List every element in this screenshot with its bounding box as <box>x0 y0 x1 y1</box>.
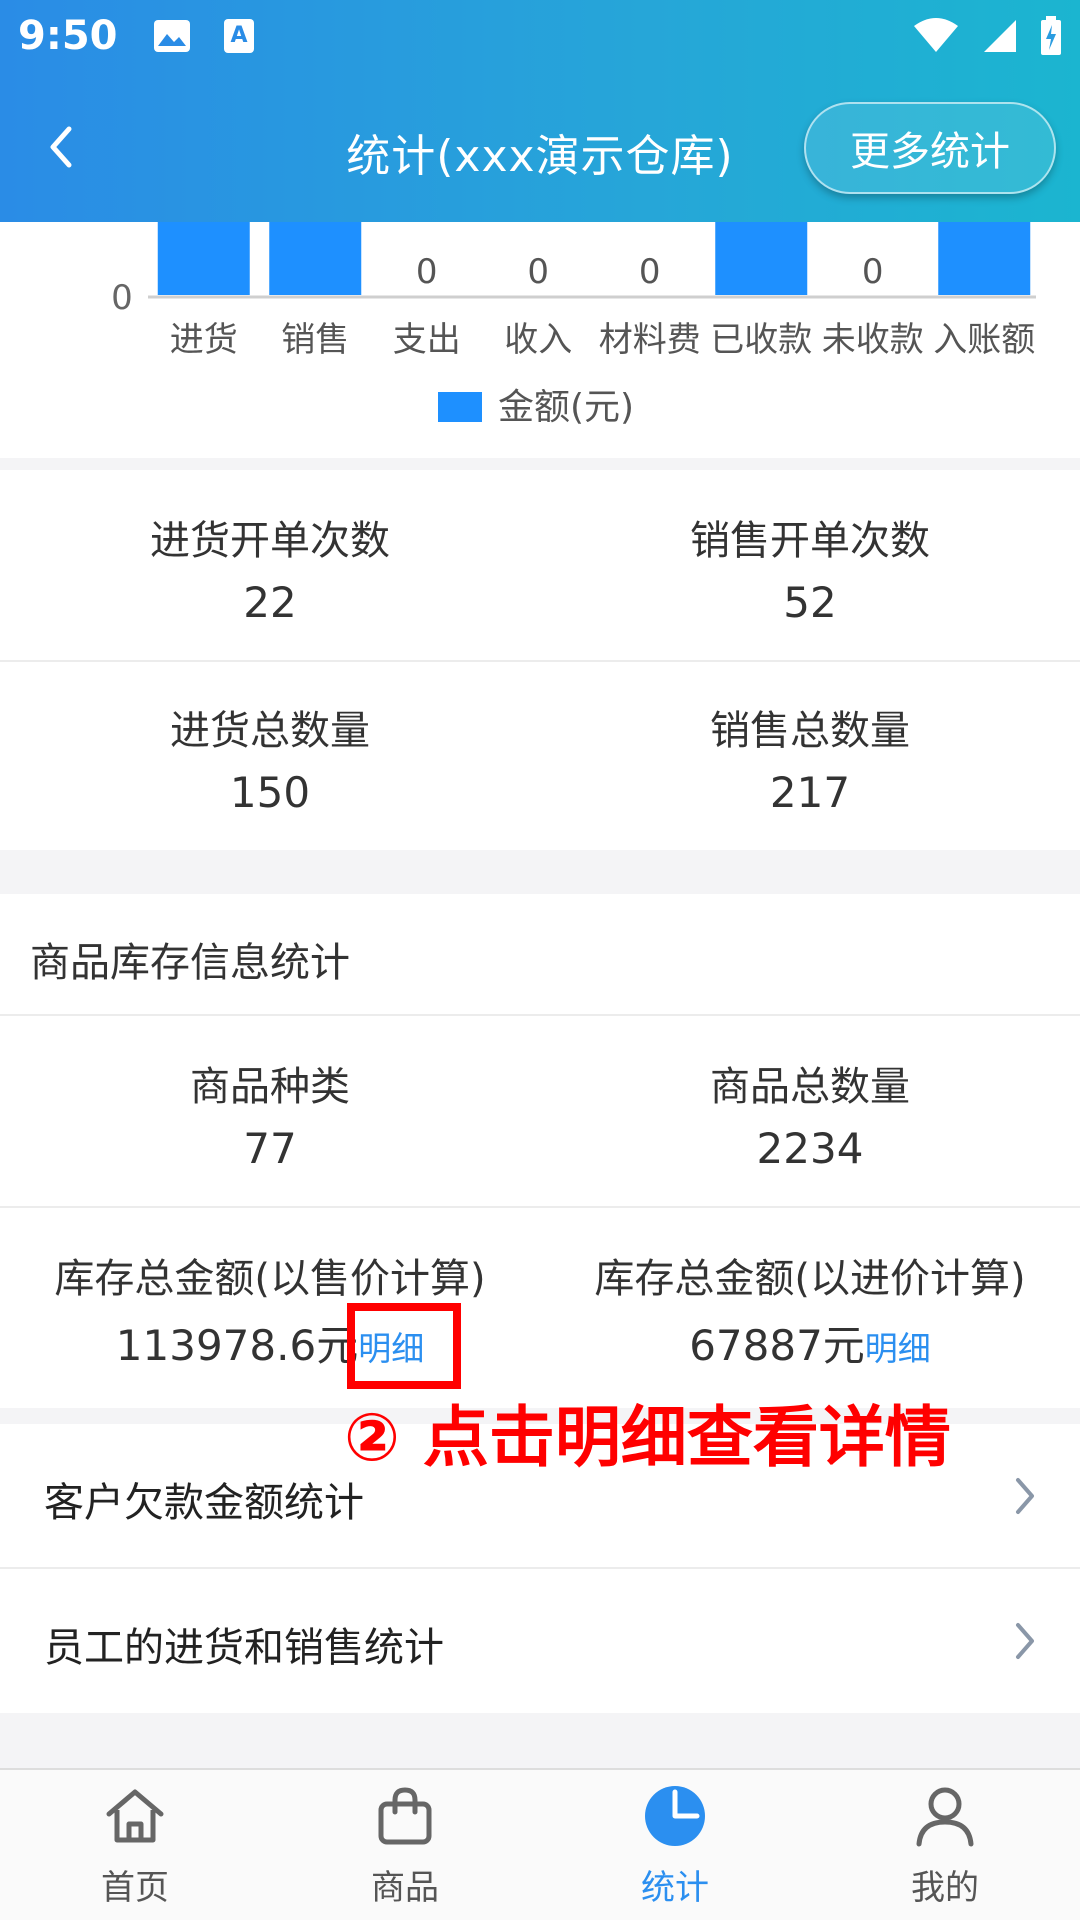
x-tick-label: 销售 <box>281 320 349 360</box>
kinds-cell: 商品种类 77 <box>0 1016 540 1206</box>
amount-cost-detail-link[interactable]: 明细 <box>865 1329 931 1368</box>
pie-chart-icon <box>645 1786 705 1846</box>
purchase-qty-cell: 进货总数量 150 <box>0 660 540 850</box>
stat-row-counts: 进货开单次数 22 销售开单次数 52 <box>0 470 1080 660</box>
y-tick-label: 0 <box>111 278 133 318</box>
inventory-stats-card: 商品库存信息统计 商品种类 77 商品总数量 2234 库存总金额(以售价计算)… <box>0 894 1080 1408</box>
bar <box>157 222 250 295</box>
annotation-highlight-box <box>347 1303 461 1389</box>
nav-home[interactable]: 首页 <box>0 1770 270 1920</box>
cell-signal-icon <box>984 20 1016 52</box>
svg-text:A: A <box>230 23 247 48</box>
x-tick-label: 未收款 <box>822 320 924 360</box>
bar <box>715 222 808 295</box>
amount-cost-value: 67887元 <box>689 1321 865 1370</box>
home-icon <box>106 1789 164 1843</box>
sales-count-cell: 销售开单次数 52 <box>540 470 1080 660</box>
nav-products[interactable]: 商品 <box>270 1770 540 1920</box>
nav-mine[interactable]: 我的 <box>810 1770 1080 1920</box>
total-qty-label: 商品总数量 <box>710 1064 910 1110</box>
bar <box>269 222 362 295</box>
app-notification-icon: A <box>223 19 254 53</box>
toolbar: 统计(xxx演示仓库) 更多统计 <box>0 72 1080 222</box>
amount-cost-cell: 库存总金额(以进价计算) 67887元明细 <box>540 1208 1080 1398</box>
kinds-label: 商品种类 <box>190 1064 350 1110</box>
nav-mine-label: 我的 <box>911 1868 979 1908</box>
sales-count-label: 销售开单次数 <box>690 518 930 564</box>
amount-cost-row: 67887元明细 <box>540 1312 1080 1373</box>
x-tick-label: 进货 <box>170 320 238 360</box>
nav-statistics[interactable]: 统计 <box>540 1770 810 1920</box>
x-tick-label: 已收款 <box>710 320 812 360</box>
nav-products-label: 商品 <box>371 1868 439 1908</box>
legend-swatch <box>438 392 482 422</box>
kinds-value: 77 <box>243 1124 297 1173</box>
staff-purchase-sales-stats-label: 员工的进货和销售统计 <box>44 1625 444 1671</box>
status-bar: 9:50 A <box>0 0 1080 72</box>
sales-qty-value: 217 <box>769 768 851 817</box>
sales-qty-cell: 销售总数量 217 <box>540 660 1080 850</box>
x-tick-label: 材料费 <box>599 320 701 360</box>
amount-cost-label: 库存总金额(以进价计算) <box>594 1256 1026 1302</box>
purchase-count-value: 22 <box>243 578 297 627</box>
chart-svg: 0 进货 销售 0 支出 0 收入 0 材料费 已收款 0 未收款 入账额金额(元) <box>111 222 1036 428</box>
purchase-qty-label: 进货总数量 <box>170 708 370 754</box>
chevron-right-icon <box>1016 1623 1034 1659</box>
x-tick-label: 收入 <box>504 320 572 360</box>
sales-qty-label: 销售总数量 <box>710 708 910 754</box>
bottom-navigation: 首页 商品 统计 我的 <box>0 1768 1080 1920</box>
staff-purchase-sales-stats-item[interactable]: 员工的进货和销售统计 <box>0 1569 1080 1713</box>
bar <box>938 222 1031 295</box>
stat-row-kinds: 商品种类 77 商品总数量 2234 <box>0 1016 1080 1206</box>
inventory-section-title: 商品库存信息统计 <box>30 940 350 986</box>
order-stats-card: 进货开单次数 22 销售开单次数 52 进货总数量 150 销售总数量 217 <box>0 470 1080 850</box>
stat-row-amounts: 库存总金额(以售价计算) 113978.6元 明细 库存总金额(以进价计算) 67… <box>0 1208 1080 1408</box>
bar-data-label: 0 <box>416 252 438 292</box>
x-tick-label: 入账额 <box>933 320 1035 360</box>
bar-data-label: 0 <box>862 252 884 292</box>
status-time: 9:50 <box>18 13 118 59</box>
bar-data-label: 0 <box>527 252 549 292</box>
wifi-icon <box>914 18 958 52</box>
total-qty-value: 2234 <box>756 1124 864 1173</box>
user-icon <box>916 1787 974 1847</box>
battery-charging-icon <box>1041 16 1061 55</box>
purchase-qty-value: 150 <box>229 768 311 817</box>
nav-statistics-label: 统计 <box>641 1868 709 1908</box>
x-tick-label: 支出 <box>393 320 461 360</box>
chevron-right-icon <box>1016 1478 1034 1514</box>
amount-sale-value: 113978.6元 <box>115 1321 359 1370</box>
sales-count-value: 52 <box>783 578 837 627</box>
amount-sale-label: 库存总金额(以售价计算) <box>54 1256 486 1302</box>
nav-home-label: 首页 <box>101 1868 169 1908</box>
purchase-count-label: 进货开单次数 <box>150 518 390 564</box>
image-notification-icon <box>153 20 190 52</box>
amount-bar-chart: 0 进货 销售 0 支出 0 收入 0 材料费 已收款 0 未收款 入账额金额(元) <box>0 222 1080 458</box>
bag-icon <box>378 1787 432 1845</box>
more-statistics-button[interactable]: 更多统计 <box>804 102 1056 194</box>
legend-label: 金额(元) <box>498 387 634 428</box>
purchase-count-cell: 进货开单次数 22 <box>0 470 540 660</box>
customer-debt-stats-label: 客户欠款金额统计 <box>44 1480 364 1526</box>
stat-row-quantities: 进货总数量 150 销售总数量 217 <box>0 660 1080 850</box>
bar-data-label: 0 <box>639 252 661 292</box>
app-bar: 9:50 A 统计(xxx演示仓库) 更多统计 <box>0 0 1080 222</box>
annotation-text: ② 点击明细查看详情 <box>344 1399 951 1476</box>
total-qty-cell: 商品总数量 2234 <box>540 1016 1080 1206</box>
